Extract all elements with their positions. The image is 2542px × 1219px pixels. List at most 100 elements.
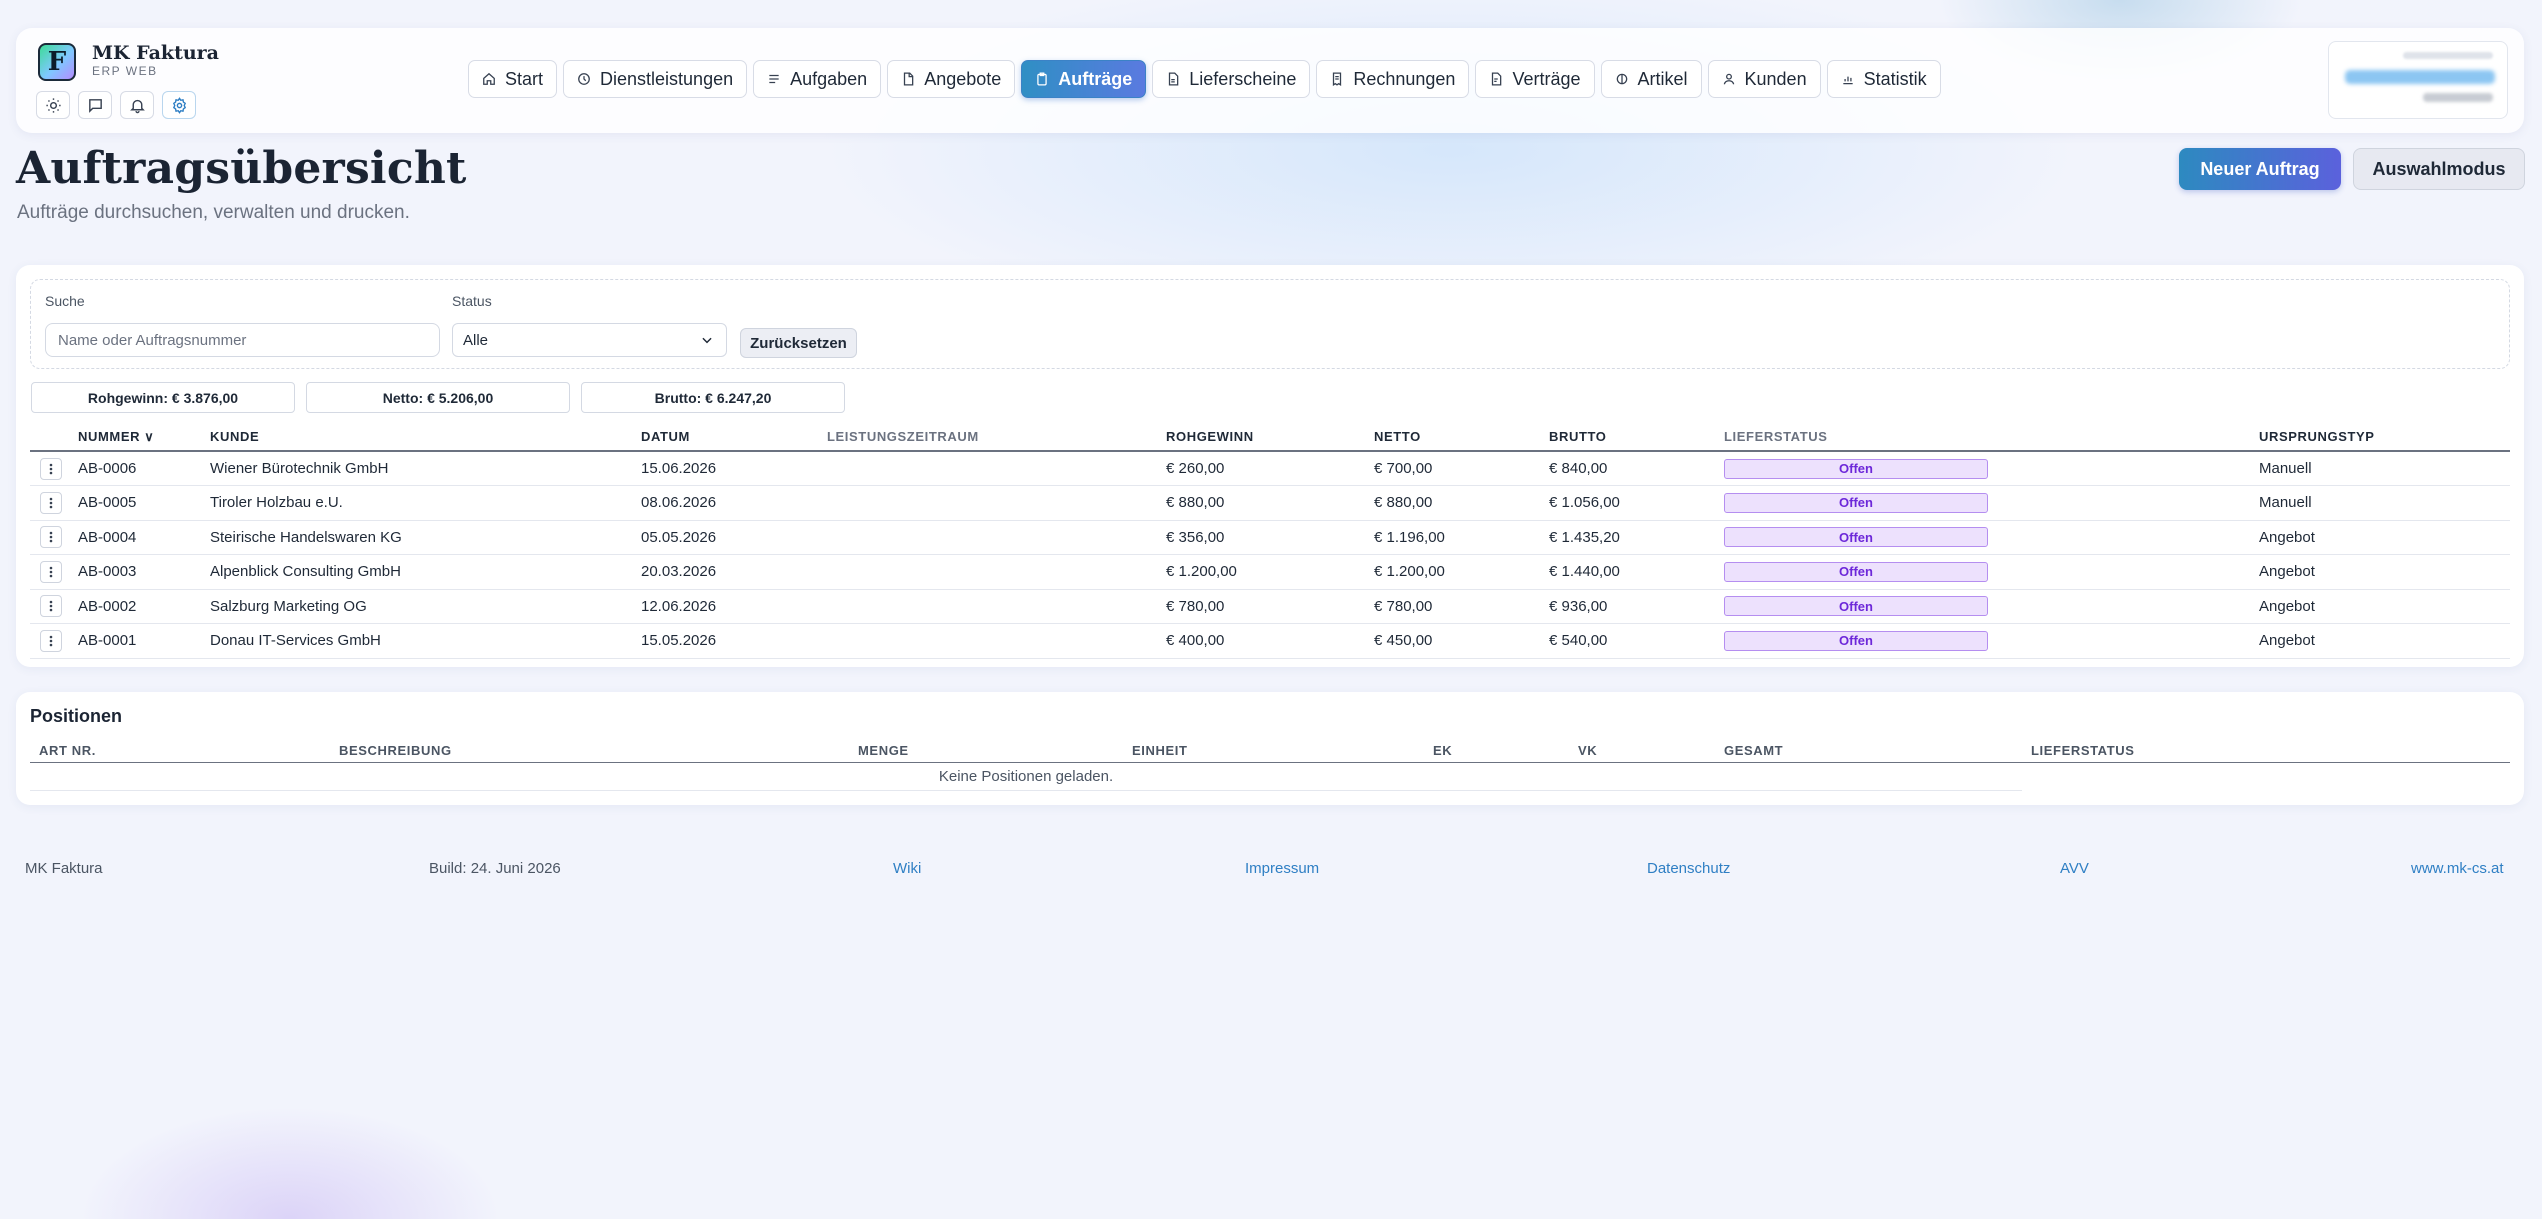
row-actions-cell [30, 451, 78, 486]
cell-brutto: € 540,00 [1549, 623, 1724, 659]
more-vertical-icon [49, 463, 53, 474]
row-menu-button[interactable] [40, 629, 62, 652]
nav-kunden[interactable]: Kunden [1707, 60, 1821, 98]
column-header-vk: VK [1569, 740, 1715, 763]
nav-angebote[interactable]: Angebote [887, 60, 1016, 98]
orders-table: NUMMER ∨ KUNDE DATUM LEISTUNGSZEITRAUM R… [30, 423, 2510, 659]
row-menu-button[interactable] [40, 595, 62, 618]
column-header-netto[interactable]: NETTO [1374, 423, 1549, 452]
notifications-button[interactable] [120, 91, 154, 119]
table-row[interactable]: AB-0003 Alpenblick Consulting GmbH 20.03… [30, 554, 2510, 590]
nav-aufgaben[interactable]: Aufgaben [753, 60, 882, 98]
selection-mode-button[interactable]: Auswahlmodus [2353, 148, 2525, 190]
cell-netto: € 1.196,00 [1374, 520, 1549, 555]
nav-label: Start [505, 68, 544, 89]
nav-lieferscheine[interactable]: Lieferscheine [1152, 60, 1311, 98]
theme-toggle-button[interactable] [36, 91, 70, 119]
cell-ursprungstyp: Angebot [2259, 589, 2510, 624]
cell-netto: € 880,00 [1374, 485, 1549, 521]
box-icon [1616, 73, 1627, 85]
row-menu-button[interactable] [40, 560, 62, 583]
cell-lieferstatus: Offen [1724, 589, 2259, 624]
document-icon [1492, 72, 1502, 86]
column-header-rohgewinn[interactable]: ROHGEWINN [1166, 423, 1374, 452]
new-order-button[interactable]: Neuer Auftrag [2179, 148, 2341, 190]
footer-link-wiki[interactable]: Wiki [893, 860, 921, 877]
status-select[interactable]: Alle [452, 323, 727, 357]
cell-datum: 20.03.2026 [641, 554, 827, 590]
row-actions-cell [30, 485, 78, 521]
nav-label: Statistik [1863, 68, 1927, 89]
nav-label: Kunden [1744, 68, 1807, 89]
column-header-datum[interactable]: DATUM [641, 423, 827, 452]
chevron-down-icon [702, 337, 712, 344]
cell-kunde: Steirische Handelswaren KG [210, 520, 641, 555]
cell-kunde: Donau IT-Services GmbH [210, 623, 641, 659]
cell-ursprungstyp: Angebot [2259, 623, 2510, 659]
nav-label: Aufgaben [790, 68, 868, 89]
footer-link-website[interactable]: www.mk-cs.at [2411, 860, 2504, 877]
column-header-kunde[interactable]: KUNDE [210, 423, 641, 452]
cell-kunde: Tiroler Holzbau e.U. [210, 485, 641, 521]
column-header-nummer[interactable]: NUMMER ∨ [78, 423, 210, 452]
footer-link-impressum[interactable]: Impressum [1245, 860, 1319, 877]
cell-leistungszeitraum [827, 554, 1166, 590]
column-header-menge: MENGE [849, 740, 1123, 763]
nav-vertraege[interactable]: Verträge [1475, 60, 1595, 98]
nav-dienstleistungen[interactable]: Dienstleistungen [563, 60, 748, 98]
empty-state-text: Keine Positionen geladen. [30, 762, 2022, 791]
table-row[interactable]: AB-0001 Donau IT-Services GmbH 15.05.202… [30, 623, 2510, 659]
cell-rohgewinn: € 1.200,00 [1166, 554, 1374, 590]
more-vertical-icon [49, 497, 53, 509]
footer-link-avv[interactable]: AVV [2060, 860, 2089, 877]
clock-icon [578, 73, 590, 85]
nav-artikel[interactable]: Artikel [1600, 60, 1702, 98]
cell-datum: 15.06.2026 [641, 451, 827, 486]
column-header-leistungszeitraum: LEISTUNGSZEITRAUM [827, 423, 1166, 452]
nav-statistik[interactable]: Statistik [1826, 60, 1941, 98]
cell-ursprungstyp: Angebot [2259, 554, 2510, 590]
reset-button[interactable]: Zurücksetzen [740, 328, 857, 358]
cell-ursprungstyp: Manuell [2259, 485, 2510, 521]
row-menu-button[interactable] [40, 526, 62, 549]
column-header-beschreibung: BESCHREIBUNG [330, 740, 849, 763]
column-header-ek: EK [1424, 740, 1569, 763]
top-navigation-bar: F MK Faktura ERP WEB Start Dienstleistun… [16, 28, 2524, 133]
row-menu-button[interactable] [40, 491, 62, 514]
nav-label: Aufträge [1058, 68, 1133, 89]
user-account-box[interactable] [2328, 41, 2508, 119]
status-badge: Offen [1724, 458, 1988, 479]
cell-leistungszeitraum [827, 520, 1166, 555]
user-status-redacted [2403, 52, 2493, 59]
table-header-row: NUMMER ∨ KUNDE DATUM LEISTUNGSZEITRAUM R… [30, 423, 2510, 452]
column-header-ursprungstyp[interactable]: URSPRUNGSTYP [2259, 423, 2510, 452]
cell-lieferstatus: Offen [1724, 451, 2259, 486]
table-row[interactable]: AB-0004 Steirische Handelswaren KG 05.05… [30, 520, 2510, 555]
main-navigation: Start Dienstleistungen Aufgaben Angebote… [468, 60, 1941, 98]
table-row[interactable]: AB-0006 Wiener Bürotechnik GmbH 15.06.20… [30, 451, 2510, 486]
settings-button[interactable] [162, 91, 196, 119]
nav-auftraege[interactable]: Aufträge [1021, 60, 1147, 98]
nav-start[interactable]: Start [468, 60, 558, 98]
empty-cell-spacer [2022, 762, 2510, 790]
cell-lieferstatus: Offen [1724, 554, 2259, 590]
cell-rohgewinn: € 780,00 [1166, 589, 1374, 624]
cell-nummer: AB-0001 [78, 623, 210, 659]
footer-link-datenschutz[interactable]: Datenschutz [1647, 860, 1730, 877]
cell-leistungszeitraum [827, 485, 1166, 521]
row-menu-button[interactable] [40, 457, 62, 480]
page-title: Auftragsübersicht [16, 143, 467, 194]
nav-label: Verträge [1512, 68, 1581, 89]
table-row[interactable]: AB-0005 Tiroler Holzbau e.U. 08.06.2026 … [30, 485, 2510, 521]
document-icon [1169, 72, 1179, 86]
messages-button[interactable] [78, 91, 112, 119]
app-logo[interactable]: F [38, 43, 76, 81]
search-input[interactable] [45, 323, 440, 357]
cell-datum: 15.05.2026 [641, 623, 827, 659]
table-header-row: ART NR. BESCHREIBUNG MENGE EINHEIT EK VK… [30, 740, 2510, 763]
table-row[interactable]: AB-0002 Salzburg Marketing OG 12.06.2026… [30, 589, 2510, 624]
cell-kunde: Wiener Bürotechnik GmbH [210, 451, 641, 486]
column-header-brutto[interactable]: BRUTTO [1549, 423, 1724, 452]
cell-brutto: € 1.440,00 [1549, 554, 1724, 590]
nav-rechnungen[interactable]: Rechnungen [1316, 60, 1470, 98]
